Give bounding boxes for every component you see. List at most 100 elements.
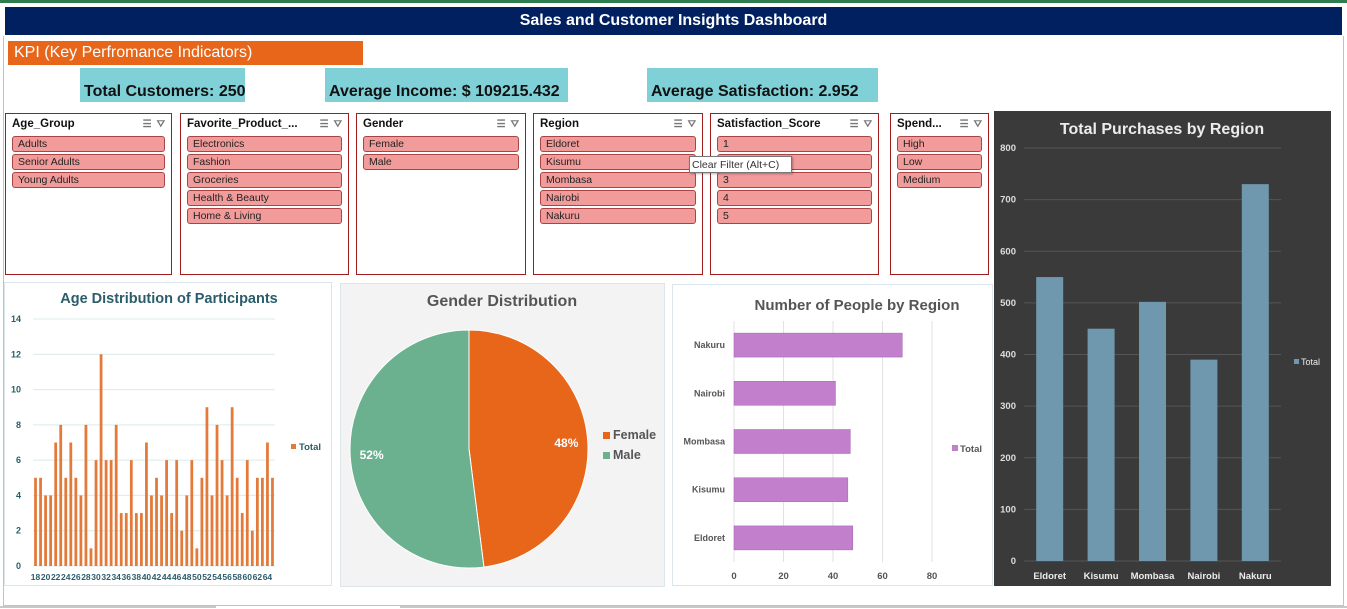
clear-filter-icon[interactable]: ⛛ [334, 119, 342, 130]
age-bar [145, 442, 148, 566]
x-tick-label: 56 [222, 572, 232, 582]
slicer-region[interactable]: Region ☰ ⛛ Eldoret Kisumu Mombasa Nairobi Nakur… [533, 113, 703, 275]
slicer-header: Region ☰ ⛛ [534, 114, 702, 134]
legend-label: Male [613, 448, 641, 462]
slicer-title: Spend... [897, 118, 942, 130]
y-tick-label: 4 [16, 490, 21, 500]
slicer-spend[interactable]: Spend... ☰ ⛛ High Low Medium [890, 113, 989, 275]
slicer-item[interactable]: High [897, 136, 982, 152]
x-tick-label: 52 [202, 572, 212, 582]
slicer-item[interactable]: Groceries [187, 172, 342, 188]
y-tick-label: 800 [1000, 143, 1016, 154]
age-bar [59, 424, 63, 566]
y-category-label: Nairobi [694, 388, 725, 398]
slicer-item[interactable]: 4 [717, 190, 872, 206]
slicer-item[interactable]: Electronics [187, 136, 342, 152]
slicer-title: Gender [363, 118, 404, 130]
slicer-item[interactable]: Senior Adults [12, 154, 165, 170]
purchases-by-region-chart[interactable]: Total Purchases by Region 0 100 200 300 400 50… [994, 111, 1331, 586]
y-tick-label: 2 [16, 526, 21, 536]
x-tick-label: 36 [122, 572, 132, 582]
window-top-accent [0, 0, 1347, 3]
pie-data-label: 48% [554, 436, 578, 450]
sheet-divider-right [400, 606, 1347, 608]
chart-title: Number of People by Region [754, 297, 959, 314]
clear-filter-icon[interactable]: ⛛ [157, 119, 165, 130]
slicer-item[interactable]: 5 [717, 208, 872, 224]
x-tick-label: 64 [263, 572, 273, 582]
gender-distribution-chart[interactable]: Gender Distribution 48% 52% Female Male [340, 283, 665, 587]
age-bar [180, 530, 184, 566]
y-category-label: Kisumu [692, 485, 725, 495]
x-tick-label: 30 [91, 572, 101, 582]
region-bar [733, 429, 851, 454]
slicer-item[interactable]: Mombasa [540, 172, 696, 188]
slicer-item[interactable]: Kisumu [540, 154, 696, 170]
region-bar [733, 332, 903, 358]
purchase-bar [1087, 328, 1115, 561]
x-category-label: Nairobi [1188, 571, 1221, 582]
slicer-item[interactable]: Young Adults [12, 172, 165, 188]
slicer-item[interactable]: Nakuru [540, 208, 696, 224]
age-distribution-chart[interactable]: Age Distribution of Participants 0 2 4 6 8 10 1… [4, 282, 332, 586]
slicer-toolbar: ☰ ⛛ [320, 119, 342, 130]
multi-select-icon[interactable]: ☰ [143, 119, 152, 130]
age-bar [79, 495, 83, 566]
slicer-favorite-product[interactable]: Favorite_Product_... ☰ ⛛ Electronics Fashion… [180, 113, 349, 275]
slicer-gender[interactable]: Gender ☰ ⛛ Female Male [356, 113, 526, 275]
slicer-item[interactable]: Fashion [187, 154, 342, 170]
chart-title: Age Distribution of Participants [60, 291, 278, 307]
slicer-item[interactable]: Female [363, 136, 519, 152]
people-by-region-chart[interactable]: Number of People by Region 0 20 40 60 80 Eldor… [672, 284, 993, 586]
slicer-item[interactable]: Medium [897, 172, 982, 188]
slicer-item[interactable]: 3 [717, 172, 872, 188]
multi-select-icon[interactable]: ☰ [674, 119, 683, 130]
slicer-header: Satisfaction_Score ☰ ⛛ [711, 114, 878, 134]
multi-select-icon[interactable]: ☰ [960, 119, 969, 130]
age-bar [210, 495, 214, 566]
x-tick-label: 20 [778, 571, 789, 582]
age-bar [205, 407, 209, 566]
kpi-header: KPI (Key Perfromance Indicators) [8, 41, 363, 65]
slicer-satisfaction-score[interactable]: Satisfaction_Score☰⛛12345 [710, 113, 879, 275]
region-bar [733, 477, 849, 502]
x-category-label: Nakuru [1239, 571, 1272, 582]
multi-select-icon[interactable]: ☰ [497, 119, 506, 130]
legend-swatch [603, 452, 610, 459]
slicer-item[interactable]: Low [897, 154, 982, 170]
age-bar [261, 477, 264, 566]
dashboard-title: Sales and Customer Insights Dashboard [5, 7, 1342, 35]
slicer-header: Gender ☰ ⛛ [357, 114, 525, 134]
x-tick-label: 20 [41, 572, 51, 582]
age-bar [215, 424, 219, 566]
slicer-age-group[interactable]: Age_Group ☰ ⛛ Adults Senior Adults Young Adul… [5, 113, 172, 275]
slicer-item[interactable]: Male [363, 154, 519, 170]
pie-data-label: 52% [360, 448, 384, 462]
age-bar [129, 460, 133, 566]
clear-filter-icon[interactable]: ⛛ [511, 119, 519, 130]
age-bar [195, 548, 199, 566]
multi-select-icon[interactable]: ☰ [850, 119, 859, 130]
legend-label: Total [299, 442, 321, 453]
slicer-toolbar: ☰ ⛛ [143, 119, 165, 130]
slicer-item[interactable]: 1 [717, 136, 872, 152]
x-category-label: Mombasa [1131, 571, 1176, 582]
slicer-item[interactable]: Eldoret [540, 136, 696, 152]
slicer-item[interactable]: Nairobi [540, 190, 696, 206]
slicer-item[interactable]: Adults [12, 136, 165, 152]
y-tick-label: 500 [1000, 298, 1016, 309]
clear-filter-icon[interactable]: ⛛ [688, 119, 696, 130]
age-bar [155, 477, 158, 566]
multi-select-icon[interactable]: ☰ [320, 119, 329, 130]
x-tick-label: 60 [243, 572, 253, 582]
slicer-item[interactable]: Home & Living [187, 208, 342, 224]
clear-filter-icon[interactable]: ⛛ [864, 119, 872, 130]
y-tick-label: 600 [1000, 246, 1016, 257]
slicer-header: Favorite_Product_... ☰ ⛛ [181, 114, 348, 134]
y-tick-label: 0 [1011, 556, 1016, 567]
purchase-bar [1241, 184, 1269, 561]
age-bar [255, 477, 259, 566]
slicer-item[interactable]: Health & Beauty [187, 190, 342, 206]
clear-filter-icon[interactable]: ⛛ [974, 119, 982, 130]
x-tick-label: 54 [212, 572, 222, 582]
